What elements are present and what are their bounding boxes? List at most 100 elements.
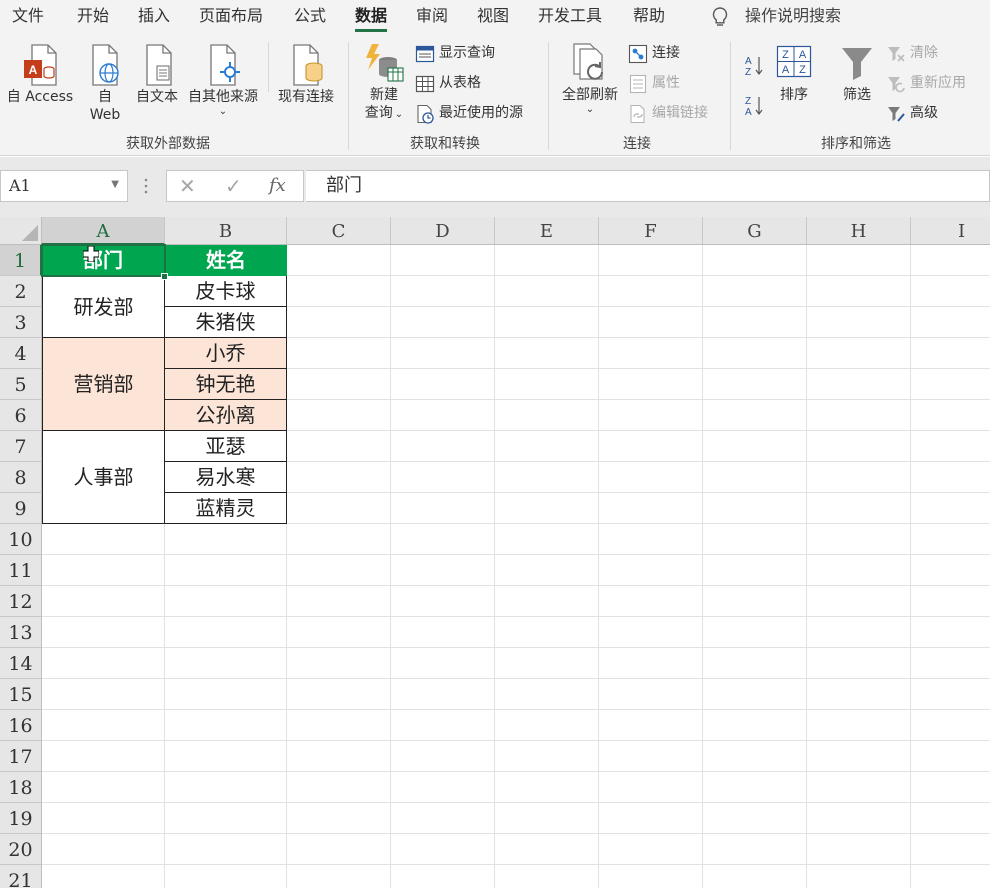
insert-function-icon[interactable]: fx — [269, 173, 286, 199]
drag-handle-icon[interactable] — [143, 177, 149, 195]
from-other-sources-button[interactable]: 自其他来源 ⌄ — [184, 42, 262, 118]
tell-me-search[interactable]: 操作说明搜索 — [745, 4, 841, 28]
fill-handle[interactable] — [161, 273, 168, 280]
row-header-2[interactable]: 2 — [0, 276, 42, 307]
row-header-14[interactable]: 14 — [0, 648, 42, 679]
row-header-10[interactable]: 10 — [0, 524, 42, 555]
column-header-b[interactable]: B — [165, 217, 287, 245]
tab-formulas[interactable]: 公式 — [294, 4, 326, 30]
row-header-18[interactable]: 18 — [0, 772, 42, 803]
connections-label: 连接 — [652, 45, 680, 61]
column-header-d[interactable]: D — [391, 217, 495, 245]
new-query-button[interactable]: 新建 查询 ⌄ — [358, 42, 410, 124]
sort-label: 排序 — [780, 87, 808, 103]
row-header-4[interactable]: 4 — [0, 338, 42, 369]
cell-a4-merged[interactable]: 营销部 — [42, 338, 165, 431]
cell-b6[interactable]: 公孙离 — [165, 400, 287, 431]
gridline — [910, 245, 911, 888]
filter-button[interactable]: 筛选 — [836, 42, 878, 104]
cell-b8[interactable]: 易水寒 — [165, 462, 287, 493]
row-header-12[interactable]: 12 — [0, 586, 42, 617]
cancel-icon[interactable]: ✕ — [179, 173, 196, 199]
cell-b1[interactable]: 姓名 — [165, 245, 287, 276]
cell-b7[interactable]: 亚瑟 — [165, 431, 287, 462]
refresh-all-label: 全部刷新 — [562, 87, 618, 103]
svg-text:Z: Z — [799, 64, 806, 76]
tab-help[interactable]: 帮助 — [633, 4, 665, 30]
row-header-5[interactable]: 5 — [0, 369, 42, 400]
tab-insert[interactable]: 插入 — [138, 4, 170, 30]
row-header-8[interactable]: 8 — [0, 462, 42, 493]
column-header-f[interactable]: F — [599, 217, 703, 245]
cell-a1[interactable]: 部门 — [42, 245, 165, 276]
clear-filter-icon — [888, 47, 905, 62]
worksheet-grid[interactable]: A B C D E F G H I 1 2 3 4 5 6 7 8 9 10 11 12 13 14 15 1… — [0, 217, 990, 888]
tab-data[interactable]: 数据 — [355, 4, 388, 32]
refresh-all-button[interactable]: 全部刷新 ⌄ — [558, 42, 622, 116]
row-header-1[interactable]: 1 — [0, 245, 42, 276]
sort-button[interactable]: Z A A Z 排序 — [774, 42, 814, 104]
from-access-button[interactable]: A 自 Access — [4, 42, 76, 106]
row-header-11[interactable]: 11 — [0, 555, 42, 586]
recent-sources-icon — [417, 104, 434, 124]
sort-a-to-z-icon: A Z — [745, 56, 763, 78]
tab-page-layout[interactable]: 页面布局 — [199, 4, 263, 30]
row-header-13[interactable]: 13 — [0, 617, 42, 648]
row-header-9[interactable]: 9 — [0, 493, 42, 524]
sort-z-to-a-icon: Z A — [745, 96, 763, 118]
formula-input[interactable]: 部门 — [306, 170, 990, 202]
cell-a2-merged[interactable]: 研发部 — [42, 276, 165, 338]
tab-file[interactable]: 文件 — [12, 4, 44, 30]
gridline — [42, 864, 990, 865]
row-header-3[interactable]: 3 — [0, 307, 42, 338]
cell-b4[interactable]: 小乔 — [165, 338, 287, 369]
tab-review[interactable]: 审阅 — [416, 4, 448, 30]
existing-connections-button[interactable]: 现有连接 — [274, 42, 338, 106]
recent-sources-label: 最近使用的源 — [439, 105, 523, 121]
row-header-7[interactable]: 7 — [0, 431, 42, 462]
gridline — [42, 616, 990, 617]
column-header-e[interactable]: E — [495, 217, 599, 245]
row-header-6[interactable]: 6 — [0, 400, 42, 431]
row-header-15[interactable]: 15 — [0, 679, 42, 710]
column-header-c[interactable]: C — [287, 217, 391, 245]
row-header-19[interactable]: 19 — [0, 803, 42, 834]
gridline — [806, 245, 807, 888]
row-header-17[interactable]: 17 — [0, 741, 42, 772]
cell-b9[interactable]: 蓝精灵 — [165, 493, 287, 524]
group-label-get-transform: 获取和转换 — [410, 136, 480, 152]
column-header-g[interactable]: G — [703, 217, 807, 245]
group-label-get-external: 获取外部数据 — [126, 136, 210, 152]
svg-text:A: A — [782, 64, 790, 76]
sort-descending-button[interactable]: Z A — [744, 92, 768, 118]
column-header-a[interactable]: A — [42, 217, 165, 245]
column-header-i[interactable]: I — [911, 217, 990, 245]
select-all-button[interactable] — [0, 217, 42, 245]
advanced-filter-label: 高级 — [910, 105, 938, 121]
cell-b2[interactable]: 皮卡球 — [165, 276, 287, 307]
column-header-h[interactable]: H — [807, 217, 911, 245]
row-header-20[interactable]: 20 — [0, 834, 42, 865]
from-web-button[interactable]: 自 Web — [84, 42, 126, 124]
enter-icon[interactable]: ✓ — [225, 173, 242, 199]
svg-text:A: A — [745, 107, 752, 118]
sort-ascending-button[interactable]: A Z — [744, 52, 768, 78]
name-box[interactable]: A1 ▼ — [0, 170, 128, 202]
tab-developer[interactable]: 开发工具 — [538, 4, 602, 30]
cell-b3[interactable]: 朱猪侠 — [165, 307, 287, 338]
cell-a7-merged[interactable]: 人事部 — [42, 431, 165, 524]
gridline — [702, 245, 703, 888]
row-header-21[interactable]: 21 — [0, 865, 42, 888]
row-header-16[interactable]: 16 — [0, 710, 42, 741]
tab-home[interactable]: 开始 — [77, 4, 109, 30]
chevron-down-icon[interactable]: ▼ — [111, 179, 119, 190]
gridline — [42, 771, 990, 772]
svg-text:A: A — [799, 49, 807, 61]
from-text-button[interactable]: 自文本 — [132, 42, 182, 106]
cell-b5[interactable]: 钟无艳 — [165, 369, 287, 400]
existing-connections-label: 现有连接 — [278, 89, 334, 105]
from-text-label: 自文本 — [136, 89, 178, 105]
group-label-sort-filter: 排序和筛选 — [821, 136, 891, 152]
tab-view[interactable]: 视图 — [477, 4, 509, 30]
edit-links-label: 编辑链接 — [652, 105, 708, 121]
